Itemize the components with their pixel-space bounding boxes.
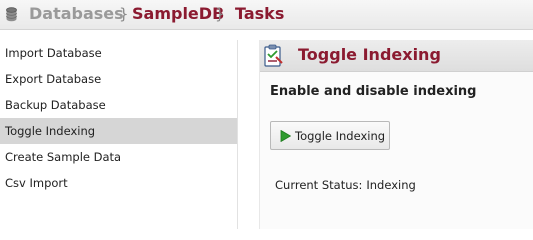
panel-subheading: Enable and disable indexing [270,84,477,99]
breadcrumb-current: Tasks [235,4,285,23]
breadcrumb-databases-link[interactable]: Databases [29,4,124,24]
breadcrumb-separator: } [215,5,225,23]
breadcrumb-database-link[interactable]: SampleDB [132,4,224,24]
breadcrumb-separator: } [119,5,129,23]
breadcrumb: Databases } SampleDB } Tasks [0,0,533,30]
task-panel: Toggle Indexing Enable and disable index… [259,40,533,229]
task-icon [264,44,283,67]
toggle-indexing-button-label: Toggle Indexing [295,129,386,143]
database-icon [6,7,17,22]
toggle-indexing-button[interactable]: Toggle Indexing [270,121,390,150]
panel-title: Toggle Indexing [298,45,441,64]
sidebar-item-import-database[interactable]: Import Database [0,40,237,66]
status-label: Current Status: [275,178,363,192]
sidebar-item-export-database[interactable]: Export Database [0,66,237,92]
play-icon [280,130,291,142]
status-value: Indexing [366,178,416,192]
sidebar: Import Database Export Database Backup D… [0,40,238,229]
sidebar-item-create-sample-data[interactable]: Create Sample Data [0,144,237,170]
sidebar-item-toggle-indexing[interactable]: Toggle Indexing [0,118,237,144]
sidebar-item-csv-import[interactable]: Csv Import [0,170,237,196]
status-line: Current Status: Indexing [275,178,416,192]
app-root: Databases } SampleDB } Tasks Import Data… [0,0,533,229]
panel-header: Toggle Indexing [260,40,533,72]
sidebar-item-backup-database[interactable]: Backup Database [0,92,237,118]
